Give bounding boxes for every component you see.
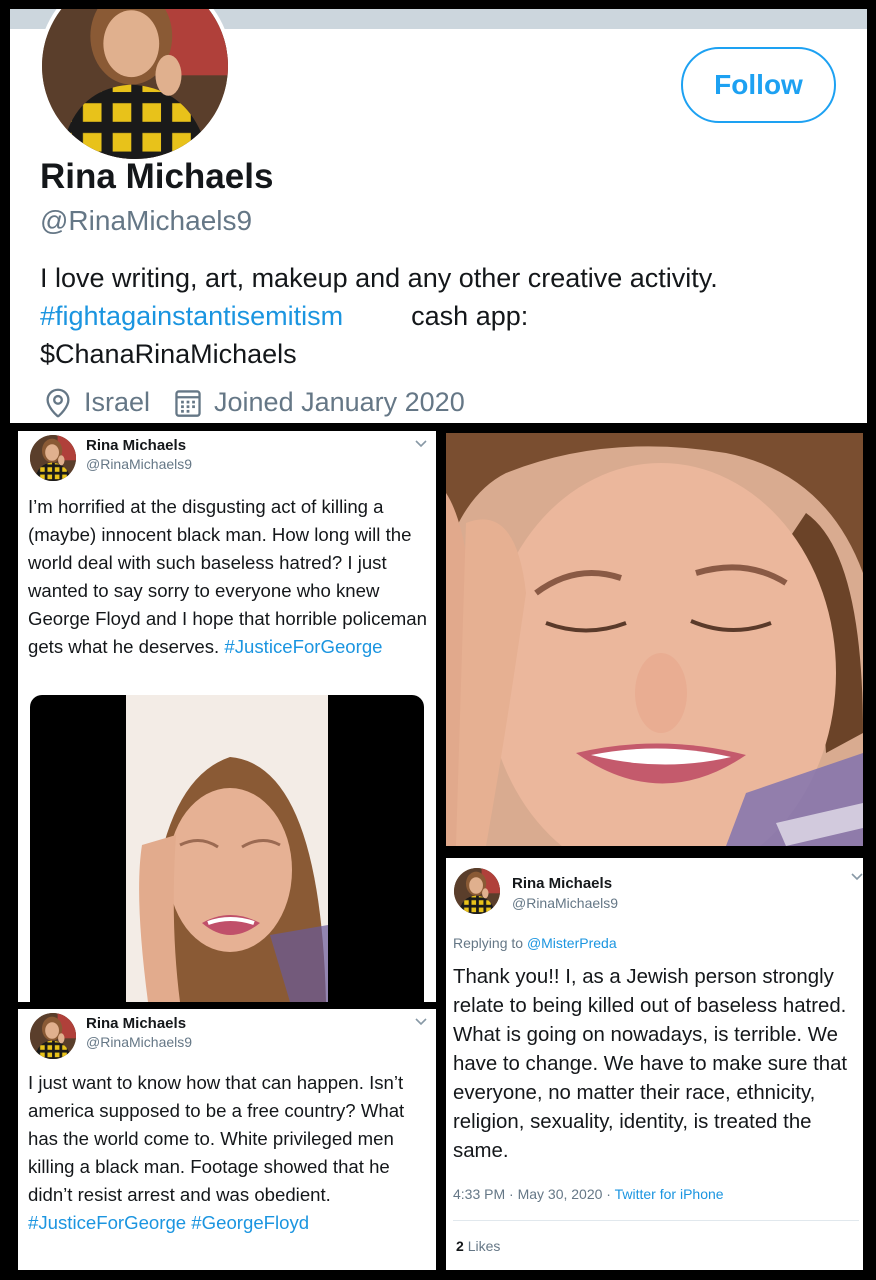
crying-face-photo <box>446 433 863 846</box>
profile-joined-date: Joined January 2020 <box>214 387 465 417</box>
tweet-timestamp: 4:33 PM · May 30, 2020 · Twitter for iPh… <box>453 1186 724 1202</box>
profile-name: Rina Michaels <box>40 157 274 196</box>
tweet-author-name[interactable]: Rina Michaels <box>86 437 186 454</box>
profile-location: Israel <box>84 387 151 417</box>
chevron-down-icon[interactable] <box>850 872 863 882</box>
tweet-text: I’m horrified at the disgusting act of k… <box>28 496 427 657</box>
tweet-author-handle[interactable]: @RinaMichaels9 <box>512 895 618 911</box>
tweet-author-name[interactable]: Rina Michaels <box>512 875 612 892</box>
bio-hashtag-link[interactable]: #fightagainstantisemitism <box>40 301 343 331</box>
tweet-card[interactable]: Rina Michaels @RinaMichaels9 I just want… <box>18 1009 436 1270</box>
reply-mention-link[interactable]: @MisterPreda <box>527 935 617 951</box>
tweet-avatar[interactable] <box>454 868 500 914</box>
follow-button[interactable]: Follow <box>681 47 836 123</box>
location-pin-icon <box>46 388 70 417</box>
tweet-text: I just want to know how that can happen.… <box>28 1072 405 1233</box>
tweet-card[interactable]: Rina Michaels @RinaMichaels9 I’m horrifi… <box>18 431 436 1002</box>
profile-avatar[interactable] <box>38 9 232 163</box>
bio-cashtag: $ChanaRinaMichaels <box>40 339 297 369</box>
chevron-down-icon[interactable] <box>414 1017 428 1027</box>
replying-to: Replying to @MisterPreda <box>453 935 617 951</box>
divider <box>453 1220 859 1221</box>
profile-handle: @RinaMichaels9 <box>40 205 253 236</box>
tweet-author-name[interactable]: Rina Michaels <box>86 1015 186 1032</box>
likes-count[interactable]: 2 Likes <box>456 1238 500 1254</box>
bio-line-1: I love writing, art, makeup and any othe… <box>40 263 718 293</box>
profile-meta: Israel Joined January 2020 <box>44 387 465 418</box>
hashtag-link[interactable]: #GeorgeFloyd <box>191 1212 309 1233</box>
calendar-icon <box>175 389 201 417</box>
tweet-author-handle[interactable]: @RinaMichaels9 <box>86 456 192 472</box>
chevron-down-icon[interactable] <box>414 439 428 449</box>
tweet-author-handle[interactable]: @RinaMichaels9 <box>86 1034 192 1050</box>
profile-card: Follow Rina Michaels @RinaMichaels9 I lo… <box>10 9 867 423</box>
hashtag-link[interactable]: #JusticeForGeorge <box>224 636 382 657</box>
hashtag-link[interactable]: #JusticeForGeorge <box>28 1212 186 1233</box>
tweet-card[interactable]: Rina Michaels @RinaMichaels9 Replying to… <box>446 858 863 1270</box>
tweet-avatar[interactable] <box>30 1013 76 1059</box>
tweet-text: Thank you!! I, as a Jewish person strong… <box>453 966 848 1162</box>
bio-cashapp-label: cash app: <box>411 301 529 331</box>
profile-bio: I love writing, art, makeup and any othe… <box>40 259 840 373</box>
tweet-video[interactable] <box>30 695 424 1002</box>
tweet-avatar[interactable] <box>30 435 76 481</box>
tweet-source-link[interactable]: Twitter for iPhone <box>615 1186 724 1202</box>
